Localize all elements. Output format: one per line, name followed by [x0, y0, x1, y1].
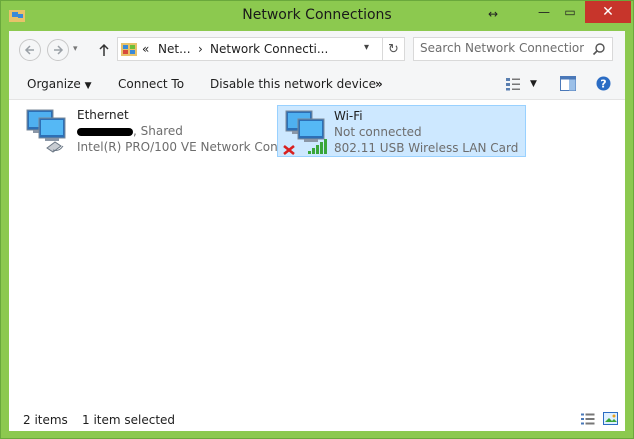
search-icon[interactable]: [592, 42, 606, 56]
address-bar: ▾ « Net... › Network Connecti... ▾ ↻: [9, 31, 625, 69]
status-suffix: , Shared: [133, 124, 183, 138]
connection-status: Not connected: [334, 125, 422, 139]
maximize-button[interactable]: ▭: [557, 1, 583, 23]
wifi-adapter-icon: [283, 110, 327, 155]
breadcrumb-item-network-connections[interactable]: Network Connecti...: [210, 42, 328, 56]
breadcrumb-overflow[interactable]: «: [142, 42, 149, 56]
up-button[interactable]: [97, 39, 111, 61]
title-bar[interactable]: Network Connections ↔ — ▭ ✕: [1, 1, 633, 31]
details-view-icon[interactable]: [581, 413, 595, 425]
preview-pane-icon[interactable]: [560, 76, 576, 91]
back-arrow-icon: [24, 45, 34, 55]
minimize-button[interactable]: —: [531, 1, 557, 23]
back-button[interactable]: [19, 39, 41, 61]
selection-count: 1 item selected: [82, 413, 176, 427]
organize-label: Organize: [27, 77, 81, 91]
up-arrow-icon: [99, 43, 109, 56]
connection-item-ethernet[interactable]: Ethernet , Shared Intel(R) PRO/100 VE Ne…: [19, 105, 289, 157]
recent-locations-chevron-icon[interactable]: ▾: [73, 44, 78, 54]
forward-button[interactable]: [47, 39, 69, 61]
chevron-down-icon: ▼: [84, 81, 92, 91]
svg-text:?: ?: [600, 78, 606, 91]
help-icon[interactable]: ?: [596, 76, 611, 91]
breadcrumb-item-network[interactable]: Net...: [158, 42, 191, 56]
connection-name: Wi-Fi: [334, 109, 363, 123]
change-view-icon[interactable]: [505, 77, 521, 91]
connect-to-button[interactable]: Connect To: [118, 77, 184, 91]
breadcrumb-separator[interactable]: ›: [198, 42, 203, 56]
redacted-network-name: [77, 127, 133, 136]
refresh-icon: ↻: [388, 41, 399, 57]
status-bar: 2 items 1 item selected: [9, 407, 625, 431]
disable-device-button[interactable]: Disable this network device: [210, 77, 376, 91]
large-icons-view-icon[interactable]: [603, 412, 618, 425]
search-input[interactable]: [420, 41, 584, 55]
close-button[interactable]: ✕: [585, 1, 631, 23]
item-count: 2 items: [23, 413, 68, 427]
explorer-window: Network Connections ↔ — ▭ ✕ ▾ « Net... ›…: [0, 0, 634, 439]
resize-icon[interactable]: ↔: [479, 3, 507, 25]
address-dropdown-chevron-icon[interactable]: ▾: [364, 42, 369, 53]
ethernet-adapter-icon: [26, 109, 66, 153]
device-name: 802.11 USB Wireless LAN Card: [334, 141, 519, 155]
more-commands-button[interactable]: »: [375, 77, 383, 91]
connection-status: , Shared: [77, 124, 183, 138]
connection-item-wifi[interactable]: Wi-Fi Not connected 802.11 USB Wireless …: [277, 105, 526, 157]
command-bar: Organize ▼ Connect To Disable this netwo…: [9, 69, 625, 100]
control-panel-icon: [121, 43, 137, 56]
connection-name: Ethernet: [77, 108, 129, 122]
organize-button[interactable]: Organize ▼: [27, 77, 92, 91]
refresh-button[interactable]: ↻: [383, 37, 405, 61]
breadcrumb[interactable]: « Net... › Network Connecti... ▾: [117, 37, 383, 61]
device-name: Intel(R) PRO/100 VE Network Con...: [77, 140, 290, 154]
search-box[interactable]: [413, 37, 613, 61]
forward-arrow-icon: [54, 45, 64, 55]
view-options-chevron-icon[interactable]: ▼: [530, 79, 537, 89]
